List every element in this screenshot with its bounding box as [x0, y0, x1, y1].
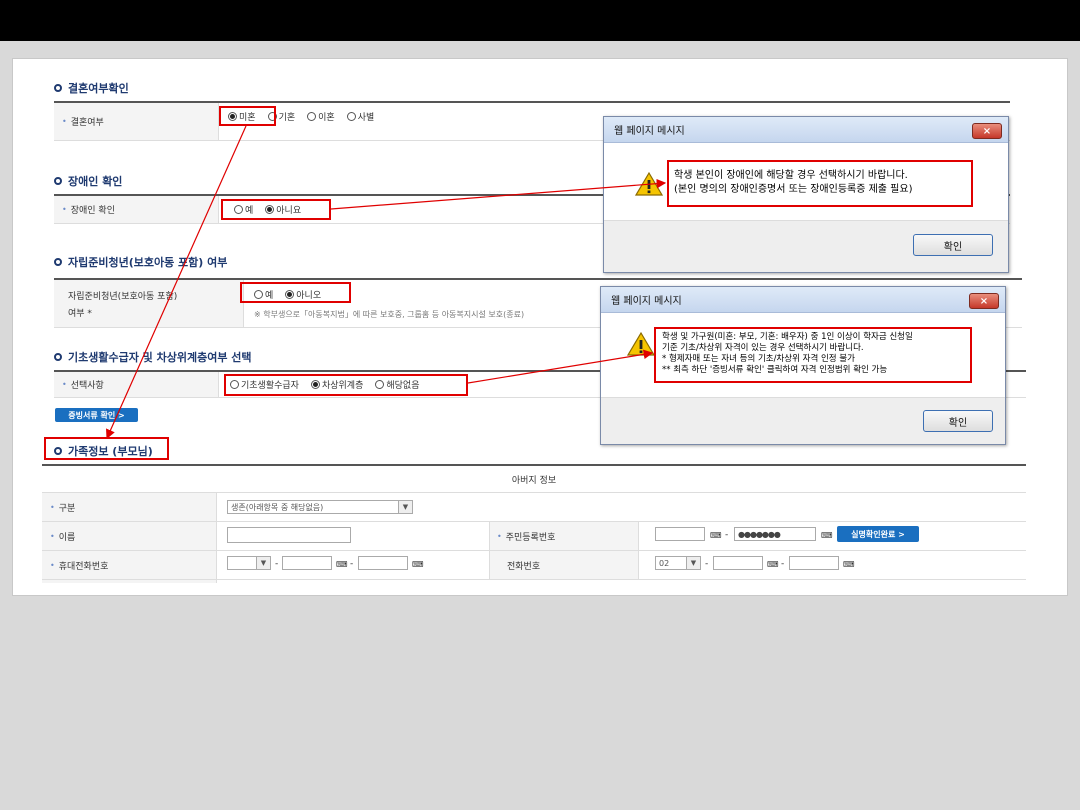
arrow-to-dialog1: [330, 178, 667, 210]
annotation-arrows: [106, 125, 667, 440]
arrow-to-dialog2: [467, 349, 654, 384]
arrow-to-family: [106, 125, 247, 440]
